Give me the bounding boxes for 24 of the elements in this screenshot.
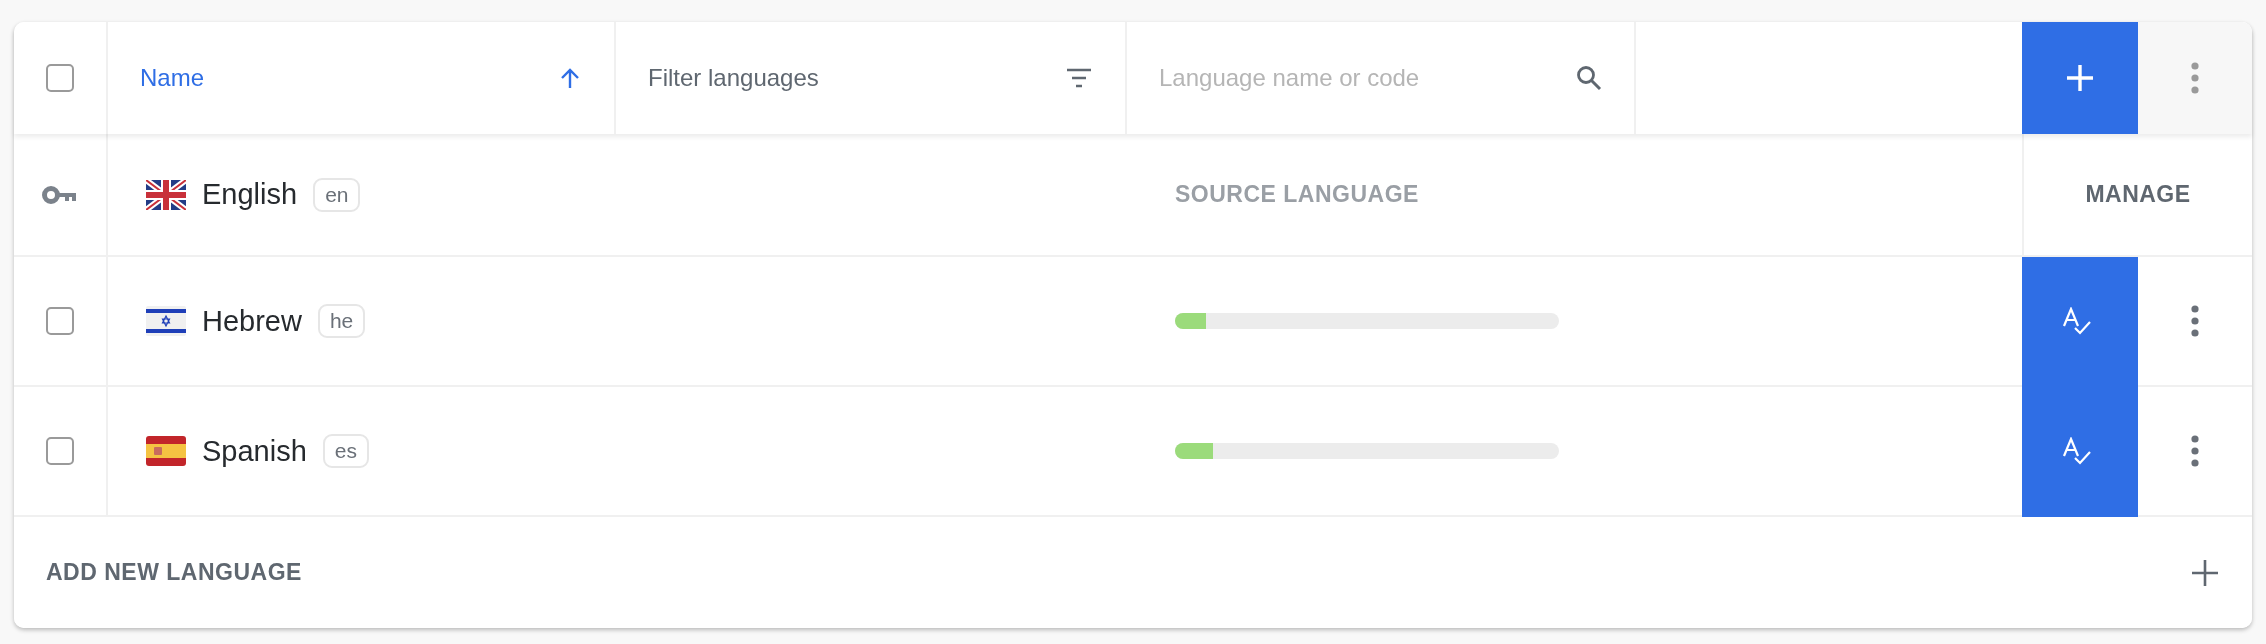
- language-name: Spanish: [202, 434, 307, 468]
- source-language-label: SOURCE LANGUAGE: [1175, 181, 1419, 208]
- name-sort-header[interactable]: Name: [140, 64, 205, 92]
- language-name: Hebrew: [202, 304, 302, 338]
- language-code-tag: he: [317, 304, 366, 338]
- more-options-icon: [2191, 435, 2199, 467]
- search-icon[interactable]: [1576, 65, 1602, 91]
- plus-icon[interactable]: [2190, 557, 2220, 588]
- language-code-tag: es: [322, 434, 369, 468]
- checkbox[interactable]: [46, 307, 74, 335]
- checkbox[interactable]: [46, 437, 74, 465]
- flag-icon: [146, 179, 186, 210]
- more-options-icon: [2191, 305, 2199, 337]
- flag-icon: [146, 436, 186, 466]
- add-new-language-link[interactable]: ADD NEW LANGUAGE: [46, 559, 302, 586]
- flag-icon: [146, 306, 186, 336]
- more-options-icon: [2191, 62, 2199, 94]
- checkbox[interactable]: [46, 64, 74, 92]
- language-code-tag: en: [313, 177, 361, 212]
- plus-icon: [2065, 63, 2095, 93]
- filter-icon[interactable]: [1065, 68, 1093, 88]
- key-icon: [42, 184, 78, 205]
- language-name: English: [202, 178, 298, 211]
- filter-label: Filter languages: [648, 64, 819, 92]
